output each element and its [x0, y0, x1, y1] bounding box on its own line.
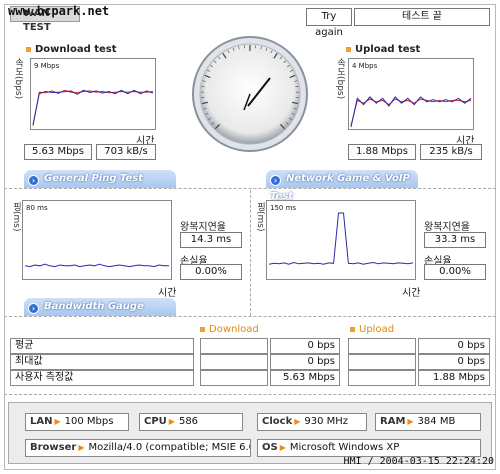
cpu-info: CPU ▶ 586: [139, 413, 243, 431]
bw-row-download: 0 bps: [270, 338, 340, 354]
speed-gauge: [190, 34, 310, 156]
divider: [250, 190, 251, 316]
ram-info: RAM ▶ 384 MB: [375, 413, 481, 431]
upload-test-title: Upload test: [346, 44, 420, 55]
bullet-icon: [200, 326, 205, 332]
os-info: OS ▶ Microsoft Windows XP: [257, 439, 481, 457]
network-game-tab[interactable]: › Network Game & VoIP Test: [266, 170, 418, 202]
upload-chart-svg: 4 Mbps: [350, 62, 472, 128]
download-axis-label: 속도(bps): [13, 58, 23, 100]
lan-info: LAN ▶ 100 Mbps: [25, 413, 129, 431]
bw-row-download: 5.63 Mbps: [270, 370, 340, 386]
game-scale-label: 150 ms: [270, 204, 296, 212]
download-test-title: Download test: [26, 44, 117, 55]
bw-row-download: 0 bps: [270, 354, 340, 370]
bw-row-label: 사용자 측정값: [10, 370, 194, 386]
upload-mbps-value: 1.88 Mbps: [348, 144, 416, 160]
upload-graph: 4 Mbps: [348, 58, 474, 130]
triangle-right-icon: ▶: [54, 417, 61, 426]
try-again-button[interactable]: Try again: [306, 8, 352, 38]
bw-row-spacer: [348, 338, 416, 354]
upload-series2-line: [350, 96, 472, 128]
game-chart-svg: 150 ms: [268, 204, 414, 265]
bw-row-spacer: [200, 338, 268, 354]
upload-axis-label: 속도(bps): [335, 58, 345, 100]
bw-upload-header: Upload: [350, 324, 394, 335]
bullet-icon: [346, 46, 351, 52]
triangle-right-icon: ▶: [78, 443, 85, 452]
arrow-right-icon: ›: [28, 303, 39, 314]
upload-series-line: [350, 98, 472, 126]
bw-row-label: 평균: [10, 338, 194, 354]
bw-row-spacer: [200, 354, 268, 370]
browser-info: Browser ▶ Mozilla/4.0 (compatible; MSIE 6.…: [25, 439, 251, 457]
triangle-right-icon: ▶: [279, 443, 286, 452]
ping-series-line: [24, 263, 169, 268]
game-series-line: [268, 212, 414, 265]
download-series-line: [32, 89, 154, 126]
download-kbs-value: 703 kB/s: [96, 144, 156, 160]
divider: [4, 394, 496, 395]
divider: [4, 188, 496, 189]
bw-row-upload: 0 bps: [418, 338, 490, 354]
game-loss-value: 0.00%: [424, 264, 486, 280]
ping-time-label: 시간: [158, 288, 177, 299]
game-time-label: 시간: [402, 288, 421, 299]
watermark-text: www.bcpark.net: [8, 4, 110, 18]
game-rtt-label: 왕복지연율: [424, 222, 470, 233]
triangle-right-icon: ▶: [168, 417, 175, 426]
upload-kbs-value: 235 kB/s: [420, 144, 482, 160]
ping-chart-svg: 80 ms: [24, 204, 169, 268]
upload-scale-label: 4 Mbps: [352, 62, 378, 70]
divider: [4, 316, 496, 317]
ping-scale-label: 80 ms: [26, 204, 48, 212]
download-series2-line: [32, 89, 154, 125]
arrow-right-icon: ›: [270, 175, 281, 186]
download-mbps-value: 5.63 Mbps: [24, 144, 92, 160]
system-info-panel: LAN ▶ 100 Mbps CPU ▶ 586 Clock ▶ 930 MHz RAM ▶ 3…: [8, 402, 492, 464]
download-graph: 9 Mbps: [30, 58, 156, 130]
bw-row-upload: 0 bps: [418, 354, 490, 370]
bw-row-label: 최대값: [10, 354, 194, 370]
bw-download-header: Download: [200, 324, 259, 335]
download-chart-svg: 9 Mbps: [32, 62, 154, 126]
clock-info: Clock ▶ 930 MHz: [257, 413, 367, 431]
bullet-icon: [26, 46, 31, 52]
download-scale-label: 9 Mbps: [34, 62, 60, 70]
bw-row-upload: 1.88 Mbps: [418, 370, 490, 386]
footer-timestamp: HMI / 2004-03-15 22:24:20: [343, 456, 494, 467]
bandwidth-gauge-tab[interactable]: › Bandwidth Gauge: [24, 298, 176, 316]
triangle-right-icon: ▶: [407, 417, 414, 426]
triangle-right-icon: ▶: [294, 417, 301, 426]
ping-rtt-value: 14.3 ms: [180, 232, 242, 248]
bw-row-spacer: [348, 354, 416, 370]
bw-row-spacer: [348, 370, 416, 386]
ping-loss-value: 0.00%: [180, 264, 242, 280]
ping-rtt-label: 왕복지연율: [180, 222, 226, 233]
arrow-right-icon: ›: [28, 175, 39, 186]
ping-graph: 80 ms: [22, 200, 172, 280]
status-display: 테스트 끝: [354, 8, 490, 26]
game-graph: 150 ms: [266, 200, 416, 280]
bullet-icon: [350, 326, 355, 332]
gauge-dial-svg: [192, 36, 308, 152]
game-rtt-value: 33.3 ms: [424, 232, 486, 248]
general-ping-tab[interactable]: › General Ping Test: [24, 170, 176, 188]
bw-row-spacer: [200, 370, 268, 386]
